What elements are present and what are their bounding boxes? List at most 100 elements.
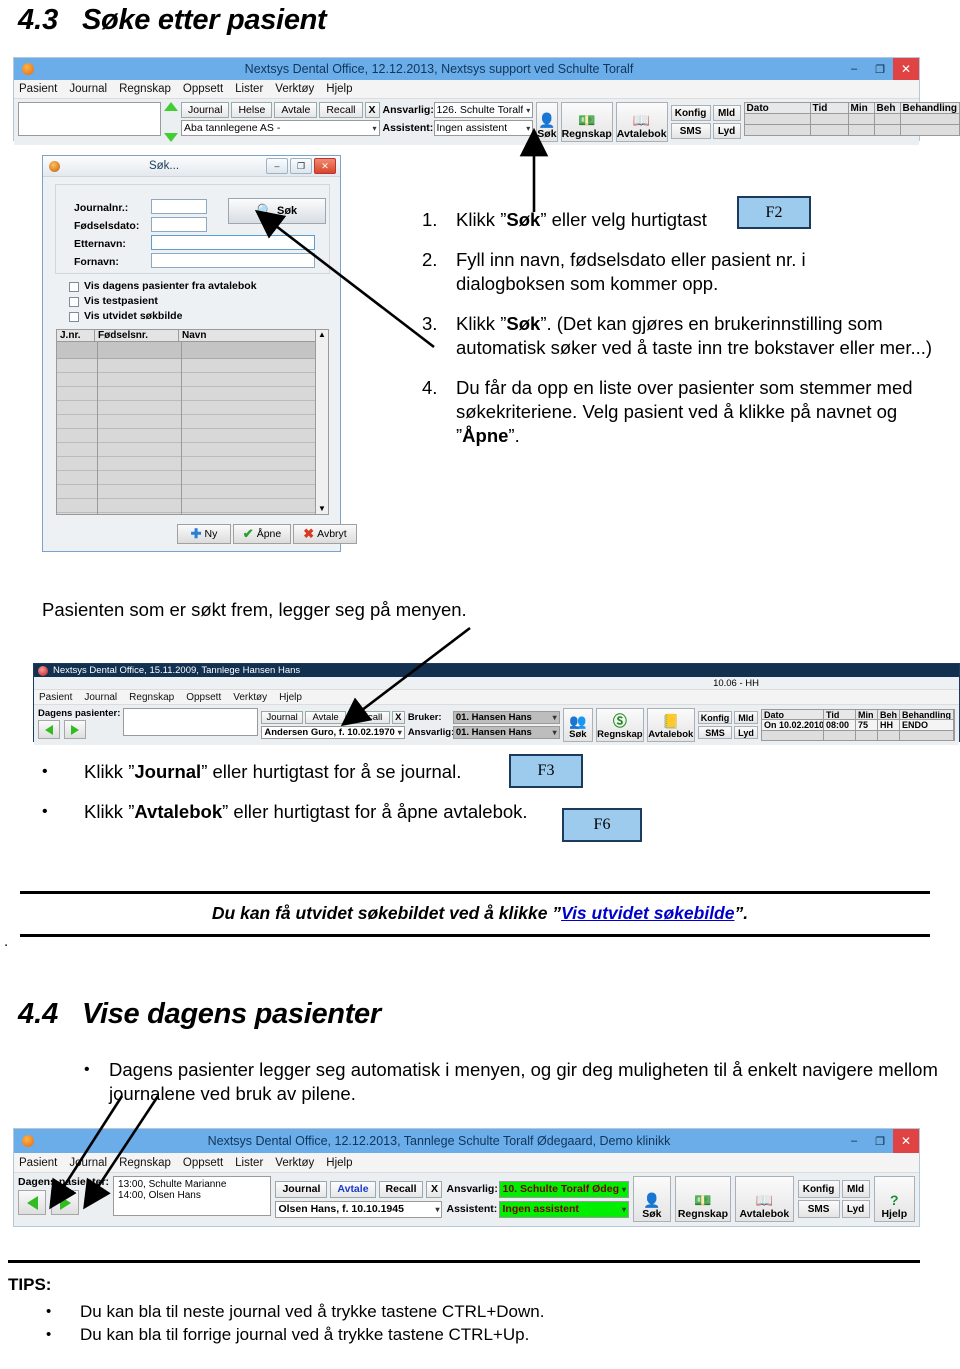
table-row[interactable] — [743, 114, 960, 125]
mini-button-konfig[interactable]: Konfig — [797, 1180, 840, 1198]
toolbar-button-regnskap[interactable]: 💵 Regnskap — [674, 1176, 732, 1222]
tab-recall[interactable]: Recall — [378, 1180, 424, 1198]
tab-helse[interactable]: Helse — [231, 102, 273, 118]
toolbar-button-sok[interactable]: 👤 Søk — [633, 1176, 671, 1222]
tab-recall[interactable]: Recall — [348, 711, 390, 724]
results-list-body[interactable] — [56, 342, 329, 515]
arrow-left-icon[interactable] — [18, 1190, 46, 1215]
mini-button-sms[interactable]: SMS — [797, 1200, 840, 1218]
scroll-up-icon[interactable]: ▲ — [318, 330, 326, 340]
tab-recall[interactable]: Recall — [319, 102, 363, 118]
new-button[interactable]: ✚ Ny — [177, 524, 231, 544]
clinic-combo[interactable]: Aba tannlegene AS - ▾ — [181, 120, 380, 136]
toolbar-button-sok[interactable]: 👤 Søk — [536, 102, 558, 142]
menu-item-oppsett[interactable]: Oppsett — [183, 1157, 223, 1169]
tab-avtale[interactable]: Avtale — [274, 102, 318, 118]
patient-search-input[interactable] — [18, 102, 161, 136]
journalnr-input[interactable] — [151, 199, 207, 214]
menu-item-pasient[interactable]: Pasient — [39, 692, 72, 703]
arrow-right-icon[interactable] — [51, 1190, 79, 1215]
mini-button-konfig[interactable]: Konfig — [670, 105, 711, 121]
menu-item-pasient[interactable]: Pasient — [19, 1157, 57, 1169]
mini-button-lyd[interactable]: Lyd — [841, 1200, 870, 1218]
fodselsdato-input[interactable] — [151, 217, 207, 232]
toolbar-button-regnskap[interactable]: 💵 Regnskap — [560, 102, 613, 142]
mini-button-lyd[interactable]: Lyd — [712, 123, 741, 139]
close-icon[interactable]: ✕ — [893, 58, 919, 80]
toolbar-button-avtalebok[interactable]: 📖 Avtalebok — [615, 102, 668, 142]
tab-journal[interactable]: Journal — [181, 102, 230, 118]
menu-item-journal[interactable]: Journal — [84, 692, 117, 703]
menu-item-lister[interactable]: Lister — [235, 1157, 263, 1169]
mini-button-mld[interactable]: Mld — [841, 1180, 870, 1198]
bruker-combo[interactable]: 01. Hansen Hans ▾ — [452, 711, 560, 724]
menu-item-hjelp[interactable]: Hjelp — [326, 1157, 352, 1169]
patient-combo[interactable]: Olsen Hans, f. 10.10.1945 ▾ — [275, 1200, 443, 1218]
toolbar-button-sok[interactable]: 👥 Søk — [562, 708, 594, 742]
etternavn-input[interactable] — [151, 235, 315, 250]
tab-journal[interactable]: Journal — [261, 711, 303, 724]
arrow-down-icon[interactable] — [164, 133, 178, 142]
menu-item-regnskap[interactable]: Regnskap — [129, 692, 174, 703]
checkbox-vis-testpasient[interactable] — [69, 297, 79, 307]
menu-item-regnskap[interactable]: Regnskap — [119, 83, 171, 95]
fornavn-input[interactable] — [151, 253, 315, 268]
tab-avtale[interactable]: Avtale — [304, 711, 347, 724]
menu-item-oppsett[interactable]: Oppsett — [186, 692, 221, 703]
mini-button-konfig[interactable]: Konfig — [698, 711, 732, 724]
close-icon[interactable]: ✕ — [893, 1129, 919, 1153]
tab-close-button[interactable]: X — [391, 711, 405, 724]
menu-item-journal[interactable]: Journal — [69, 1157, 107, 1169]
dagens-pasienter-list[interactable] — [123, 708, 259, 736]
checkbox-vis-utvidet[interactable] — [69, 312, 79, 322]
toolbar-button-avtalebok[interactable]: 📖 Avtalebok — [735, 1176, 794, 1222]
mini-button-sms[interactable]: SMS — [670, 123, 711, 139]
table-row[interactable]: On 10.02.2010 08:00 75 HH ENDO — [761, 720, 955, 731]
maximize-icon[interactable]: ❐ — [867, 58, 893, 80]
assistent-combo[interactable]: Ingen assistent ▾ — [499, 1200, 629, 1218]
dagens-pasienter-list[interactable]: 13:00, Schulte Marianne 14:00, Olsen Han… — [113, 1176, 272, 1216]
cancel-button[interactable]: ✖ Avbryt — [293, 524, 357, 544]
callout-link[interactable]: Vis utvidet søkebilde — [561, 903, 734, 923]
maximize-icon[interactable]: ❐ — [290, 158, 312, 174]
mini-button-lyd[interactable]: Lyd — [734, 726, 758, 739]
toolbar-button-regnskap[interactable]: Ⓢ Regnskap — [596, 708, 644, 742]
toolbar-button-avtalebok[interactable]: 📒 Avtalebok — [646, 708, 695, 742]
maximize-icon[interactable]: ❐ — [867, 1129, 893, 1153]
arrow-up-icon[interactable] — [164, 102, 178, 111]
menu-item-hjelp[interactable]: Hjelp — [326, 83, 352, 95]
close-icon[interactable]: ✕ — [314, 158, 336, 174]
mini-button-mld[interactable]: Mld — [712, 105, 741, 121]
arrow-right-icon[interactable] — [64, 720, 86, 739]
menu-item-lister[interactable]: Lister — [235, 83, 263, 95]
menu-item-regnskap[interactable]: Regnskap — [119, 1157, 171, 1169]
checkbox-vis-dagens[interactable] — [69, 282, 79, 292]
search-button[interactable]: 🔍 Søk — [228, 198, 326, 224]
tab-avtale[interactable]: Avtale — [330, 1180, 376, 1198]
minimize-icon[interactable]: – — [266, 158, 288, 174]
table-row[interactable] — [743, 125, 960, 136]
scroll-down-icon[interactable]: ▼ — [318, 504, 326, 514]
ansvarlig-combo[interactable]: 10. Schulte Toralf Ødeg ▾ — [499, 1180, 629, 1198]
list-item[interactable]: 14:00, Olsen Hans — [118, 1190, 266, 1201]
mini-button-sms[interactable]: SMS — [698, 726, 732, 739]
table-row[interactable] — [761, 731, 955, 741]
open-button[interactable]: ✔ Åpne — [233, 524, 291, 544]
menu-item-oppsett[interactable]: Oppsett — [183, 83, 223, 95]
menu-item-hjelp[interactable]: Hjelp — [279, 692, 302, 703]
toolbar-button-hjelp[interactable]: ? Hjelp — [873, 1176, 915, 1222]
ansvarlig-combo[interactable]: 01. Hansen Hans ▾ — [452, 726, 560, 739]
patient-combo[interactable]: Andersen Guro, f. 10.02.1970 ▾ — [261, 726, 405, 739]
arrow-left-icon[interactable] — [38, 720, 60, 739]
list-item[interactable]: 13:00, Schulte Marianne — [118, 1179, 266, 1190]
menu-item-pasient[interactable]: Pasient — [19, 83, 57, 95]
mini-button-mld[interactable]: Mld — [734, 711, 758, 724]
tab-close-button[interactable]: X — [364, 102, 380, 118]
tab-journal[interactable]: Journal — [275, 1180, 328, 1198]
assistent-combo[interactable]: Ingen assistent ▾ — [433, 120, 534, 136]
menu-item-verktoy[interactable]: Verktøy — [275, 83, 314, 95]
minimize-icon[interactable]: – — [841, 58, 867, 80]
ansvarlig-combo[interactable]: 126. Schulte Toralf ▾ — [433, 102, 534, 118]
menu-item-journal[interactable]: Journal — [69, 83, 107, 95]
menu-item-verktoy[interactable]: Verktøy — [233, 692, 267, 703]
